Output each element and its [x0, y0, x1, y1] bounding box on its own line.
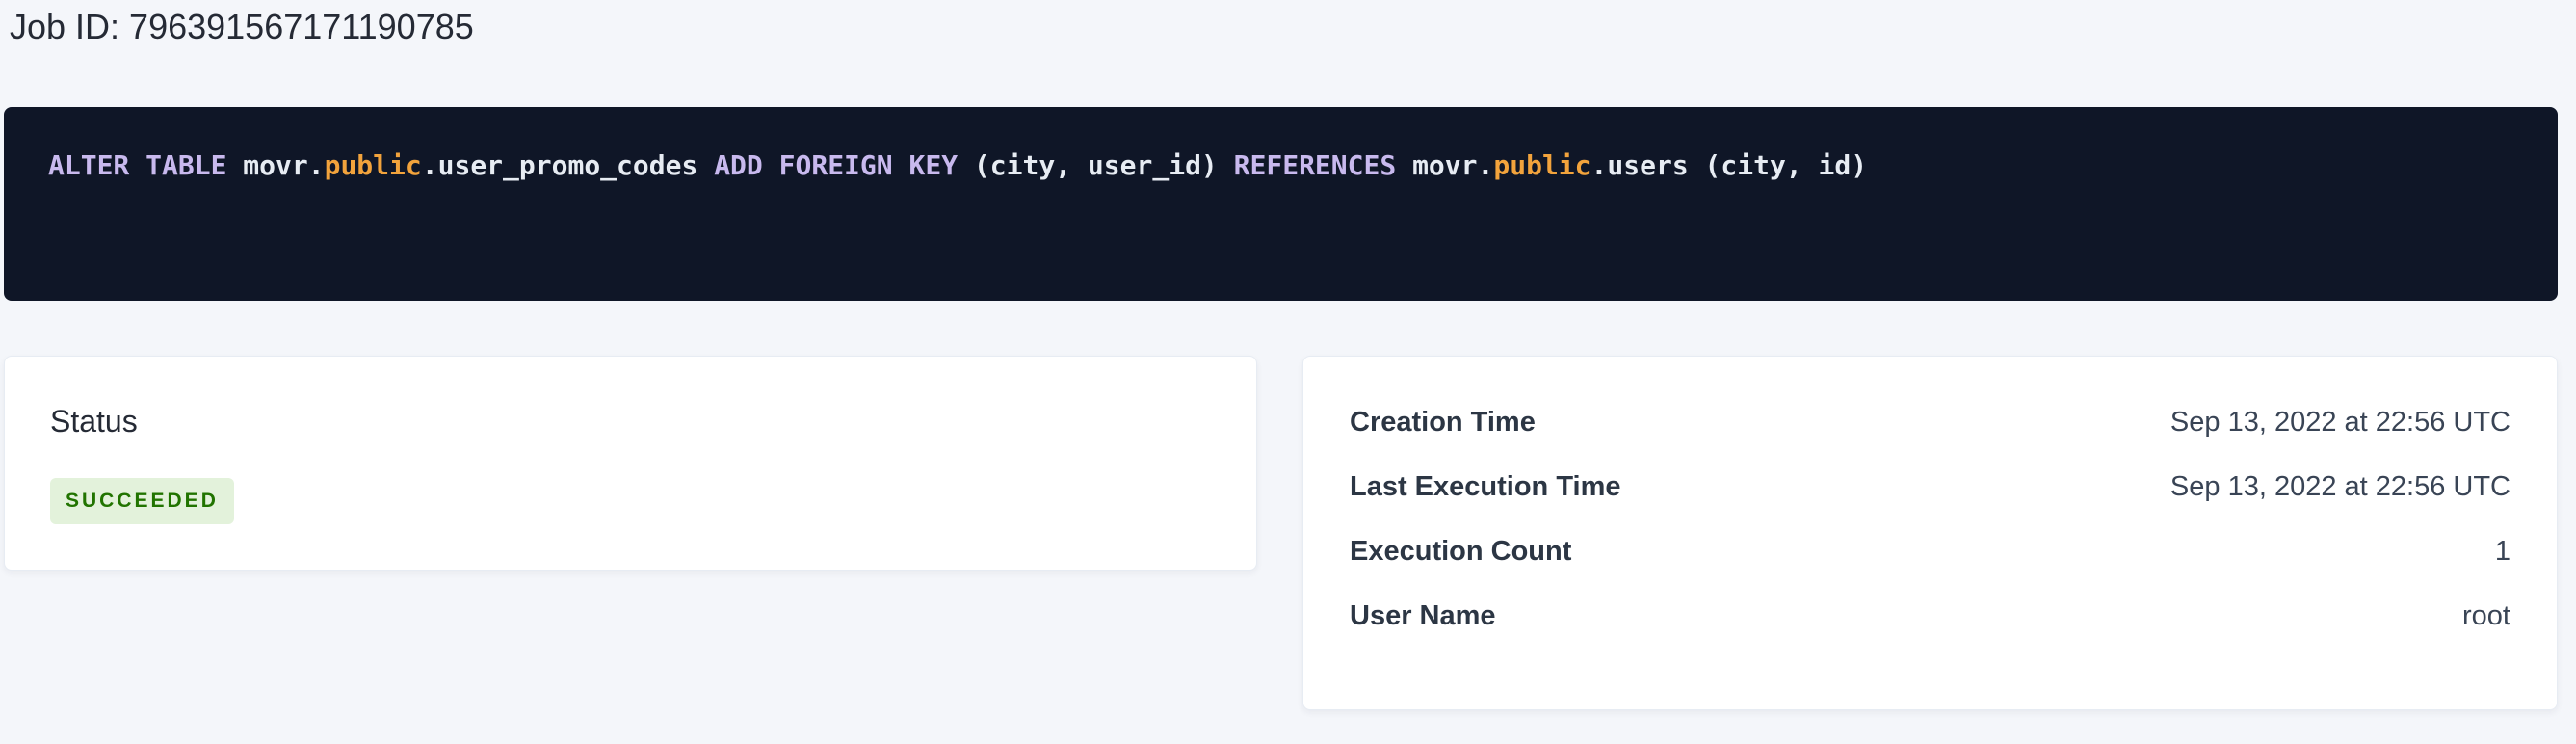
detail-row: Execution Count 1: [1350, 519, 2510, 584]
detail-row-value: 1: [2495, 536, 2510, 568]
sql-token-identifier: movr.: [1396, 149, 1493, 181]
detail-row-label: Execution Count: [1350, 536, 1571, 568]
sql-token-identifier: (city, user_id): [958, 149, 1234, 181]
job-details-card: Creation TimeSep 13, 2022 at 22:56 UTCLa…: [1302, 356, 2558, 710]
sql-statement-text: ALTER TABLE movr.public.user_promo_codes…: [48, 151, 2513, 180]
detail-row: Last Execution Time Sep 13, 2022 at 22:56…: [1350, 455, 2510, 519]
detail-row-label: Creation Time: [1350, 407, 1536, 438]
detail-row-value: Sep 13, 2022 at 22:56 UTC: [2170, 407, 2510, 438]
sql-token-schema: public: [325, 149, 422, 181]
sql-token-identifier: .user_promo_codes: [422, 149, 714, 181]
summary-cards-row: Status SUCCEEDED Creation Time Sep 13, 20…: [4, 356, 2558, 710]
detail-row-value: Sep 13, 2022 at 22:56 UTC: [2170, 471, 2510, 503]
sql-token-identifier: .users (city, id): [1591, 149, 1868, 181]
sql-token-keyword: ALTER TABLE: [48, 149, 226, 181]
job-details-page: Job ID: 796391567171190785 ALTER TABLE m…: [0, 8, 2576, 744]
sql-statement-box: ALTER TABLE movr.public.user_promo_codes…: [4, 107, 2558, 301]
sql-token-keyword: REFERENCES: [1234, 149, 1397, 181]
detail-row-label: User Name: [1350, 600, 1496, 632]
detail-row: Creation Time Sep 13, 2022 at 22:56 UTC: [1350, 390, 2510, 455]
page-title: Job ID: 796391567171190785: [10, 8, 2576, 46]
status-card: Status SUCCEEDED: [4, 356, 1257, 571]
detail-row-label: Last Execution Time: [1350, 471, 1621, 503]
status-card-heading: Status: [50, 402, 1211, 440]
status-badge: SUCCEEDED: [50, 478, 234, 524]
sql-token-schema: public: [1493, 149, 1590, 181]
sql-token-keyword: ADD FOREIGN KEY: [714, 149, 958, 181]
detail-row: User Name root: [1350, 584, 2510, 649]
detail-row-value: root: [2462, 600, 2510, 632]
sql-token-identifier: movr.: [226, 149, 324, 181]
